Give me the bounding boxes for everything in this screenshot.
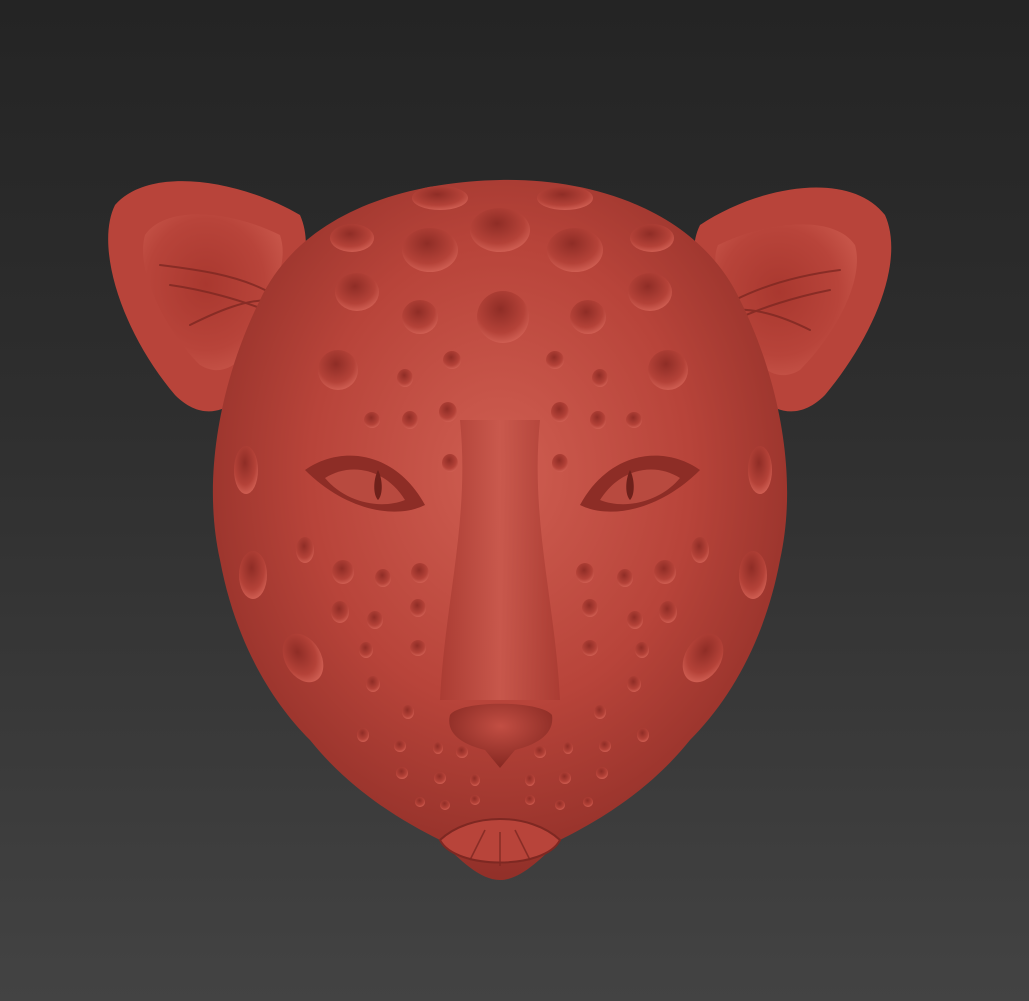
sculpt-render (108, 179, 892, 881)
3d-viewport[interactable] (0, 0, 1029, 1001)
